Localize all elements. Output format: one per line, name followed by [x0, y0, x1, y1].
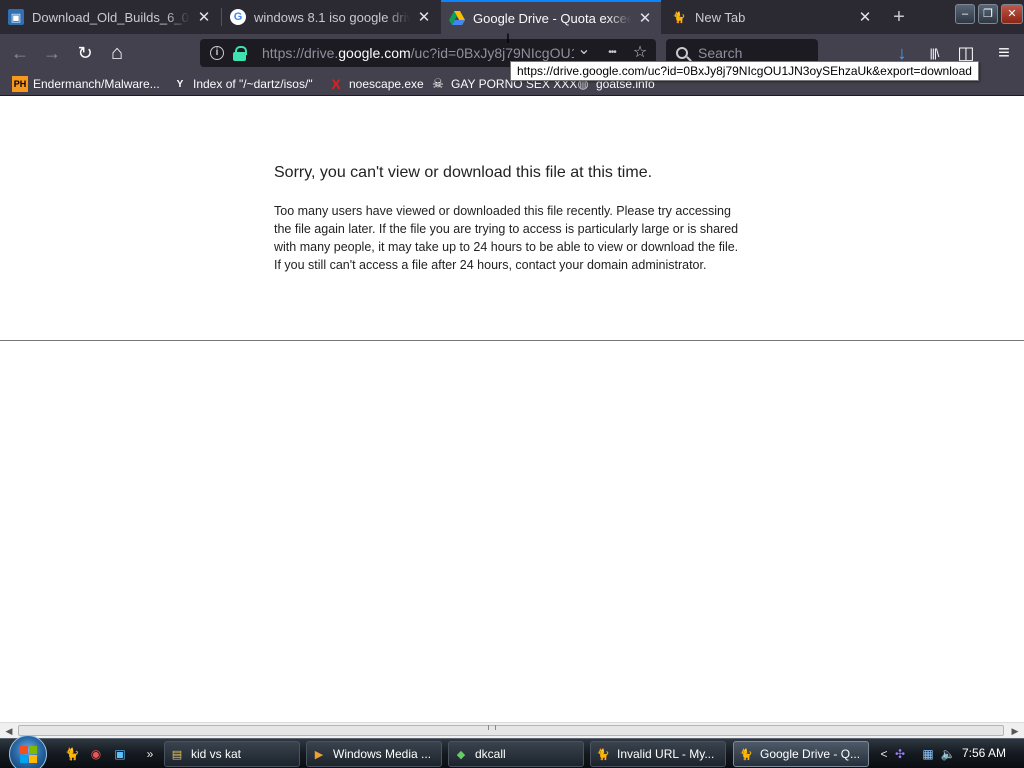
tab-title: Download_Old_Builds_6_0 – G: [32, 9, 190, 25]
windows-logo-icon: [20, 746, 38, 764]
animal-icon: 🐈: [672, 11, 686, 24]
x-icon: X: [331, 76, 341, 92]
page-content: Sorry, you can't view or download this f…: [0, 96, 1024, 722]
menu-icon[interactable]: ≡: [990, 39, 1018, 67]
browser-icon: 🐈: [739, 748, 753, 761]
bookmark-label: noescape.exe: [349, 77, 424, 91]
lock-icon[interactable]: [232, 45, 248, 61]
screen: ▣ Download_Old_Builds_6_0 – G ✕ G window…: [0, 0, 1024, 768]
url-prefix: https://drive.: [262, 45, 339, 61]
taskbar-button[interactable]: ▤ kid vs kat: [164, 741, 300, 767]
taskbar-button-label: Google Drive - Q...: [760, 747, 861, 761]
taskbar: 🐈 ◉ ▣ » ▤ kid vs kat ▶ Windows Media ...…: [0, 735, 1024, 768]
scroll-right-icon[interactable]: ▶: [1008, 725, 1022, 737]
quick-launch-animal-icon[interactable]: 🐈: [64, 746, 80, 762]
network-icon[interactable]: ▦: [920, 746, 936, 762]
quick-launch-desktop-icon[interactable]: ▣: [112, 746, 128, 762]
taskbar-button[interactable]: 🐈 Invalid URL - My...: [590, 741, 726, 767]
new-tab-button[interactable]: +: [886, 4, 912, 30]
tab-google-drive[interactable]: Google Drive - Quota exceeded ✕: [441, 0, 661, 34]
bookmark-item[interactable]: PH Endermanch/Malware...: [12, 75, 160, 93]
horizontal-scrollbar[interactable]: ◀ ▶: [0, 722, 1024, 738]
browser-icon: 🐈: [596, 748, 610, 761]
tab-close-icon[interactable]: ✕: [637, 9, 653, 27]
media-player-icon: ▶: [314, 748, 324, 761]
reload-button[interactable]: ↻: [71, 39, 99, 67]
tab-close-icon[interactable]: ✕: [416, 8, 432, 26]
taskbar-button-label: Windows Media ...: [333, 747, 432, 761]
error-message: Too many users have viewed or downloaded…: [274, 204, 739, 272]
tab-download-old-builds[interactable]: ▣ Download_Old_Builds_6_0 – G ✕: [0, 0, 220, 34]
search-placeholder: Search: [698, 45, 743, 61]
skull-icon: ☠: [432, 76, 444, 91]
scrollbar-thumb[interactable]: [18, 725, 1004, 736]
taskbar-button-label: kid vs kat: [191, 747, 242, 761]
home-button[interactable]: ⌂: [103, 39, 131, 67]
ph-icon: PH: [12, 76, 28, 92]
tab-new-tab[interactable]: 🐈 New Tab ✕: [663, 0, 881, 34]
chevron-down-icon[interactable]: ⌄: [574, 42, 594, 63]
taskbar-button-label: dkcall: [475, 747, 506, 761]
bookmark-label: Endermanch/Malware...: [33, 77, 160, 91]
divider: [0, 340, 1024, 341]
tab-windows-iso[interactable]: G windows 8.1 iso google drive ✕: [222, 0, 440, 34]
scroll-left-icon[interactable]: ◀: [2, 725, 16, 737]
info-icon[interactable]: i: [210, 46, 224, 60]
quick-launch-more-icon[interactable]: »: [142, 746, 158, 762]
taskbar-button-active[interactable]: 🐈 Google Drive - Q...: [733, 741, 869, 767]
url-domain: google.com: [338, 45, 411, 61]
clock[interactable]: 7:56 AM: [962, 746, 1006, 760]
taskbar-button[interactable]: ◆ dkcall: [448, 741, 584, 767]
link-tooltip: https://drive.google.com/uc?id=0BxJy8j79…: [510, 61, 979, 81]
restore-button[interactable]: ❐: [978, 4, 998, 24]
page-actions-icon[interactable]: •••: [602, 43, 622, 63]
tab-strip: ▣ Download_Old_Builds_6_0 – G ✕ G window…: [0, 0, 1024, 34]
tray-expand-icon[interactable]: <: [876, 746, 892, 762]
url-path: /uc?id=0BxJy8j79NIcgOU1: [410, 45, 574, 61]
bookmark-item[interactable]: Y Index of "/~dartz/isos/": [172, 75, 313, 93]
tab-close-icon[interactable]: ✕: [857, 8, 873, 26]
page-icon: ▣: [8, 9, 24, 25]
google-g-icon: G: [230, 9, 246, 25]
tab-close-icon[interactable]: ✕: [196, 8, 212, 26]
google-drive-icon: [449, 10, 465, 26]
search-icon: [676, 47, 688, 59]
minimize-button[interactable]: –: [955, 4, 975, 24]
tab-title: windows 8.1 iso google drive: [254, 9, 410, 25]
tab-title: New Tab: [695, 9, 746, 25]
text-cursor-icon: I: [506, 30, 510, 46]
volume-icon[interactable]: 🔈: [940, 746, 956, 762]
url-text[interactable]: https://drive.google.com/uc?id=0BxJy8j79…: [262, 45, 574, 61]
bookmark-item[interactable]: X noescape.exe: [328, 75, 424, 93]
bookmark-star-icon[interactable]: ☆: [630, 43, 650, 63]
system-tray: < ✣ ▦ 🔈 7:56 AM: [876, 739, 1024, 768]
taskbar-button[interactable]: ▶ Windows Media ...: [306, 741, 442, 767]
app-icon: ◆: [456, 748, 466, 761]
tab-title: Google Drive - Quota exceeded: [473, 10, 631, 26]
forward-button[interactable]: →: [38, 39, 66, 67]
folder-icon: ▤: [171, 748, 183, 761]
quick-launch-browser-icon[interactable]: ◉: [88, 746, 104, 762]
bookmark-label: Index of "/~dartz/isos/": [193, 77, 313, 91]
start-button[interactable]: [9, 735, 47, 768]
back-button[interactable]: ←: [6, 39, 34, 67]
close-window-button[interactable]: ✕: [1001, 4, 1023, 24]
tray-app-icon[interactable]: ✣: [892, 746, 908, 762]
taskbar-button-label: Invalid URL - My...: [617, 747, 715, 761]
error-title: Sorry, you can't view or download this f…: [274, 164, 653, 181]
scrollbar-grip: [488, 725, 496, 730]
ycombinator-icon: Y: [176, 78, 184, 90]
